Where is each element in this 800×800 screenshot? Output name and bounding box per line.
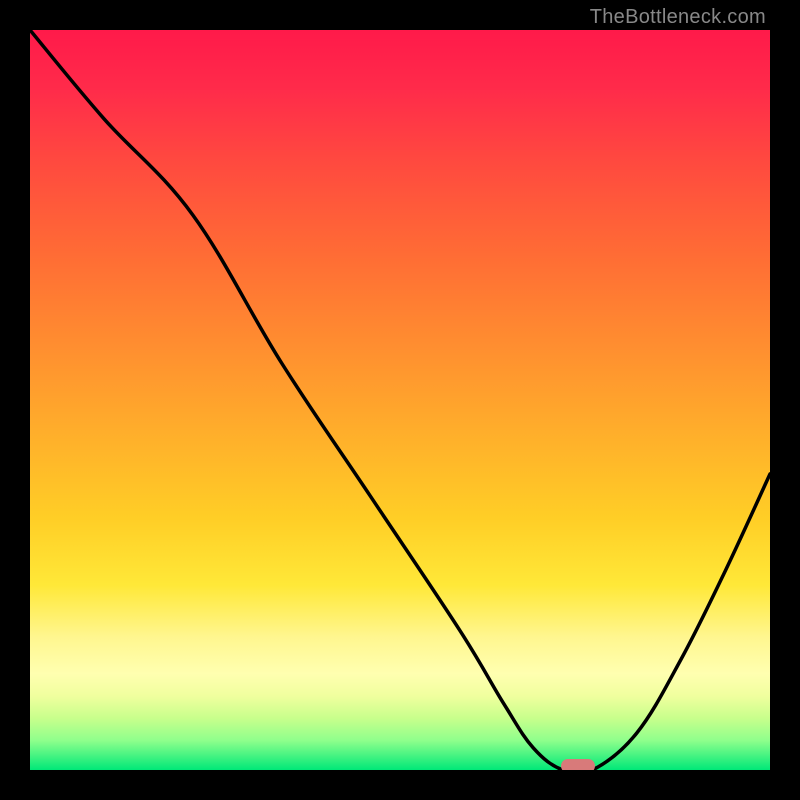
chart-frame: TheBottleneck.com xyxy=(0,0,800,800)
plot-area xyxy=(30,30,770,770)
optimal-marker xyxy=(561,759,595,770)
bottleneck-curve xyxy=(30,30,770,770)
watermark-text: TheBottleneck.com xyxy=(590,6,766,29)
